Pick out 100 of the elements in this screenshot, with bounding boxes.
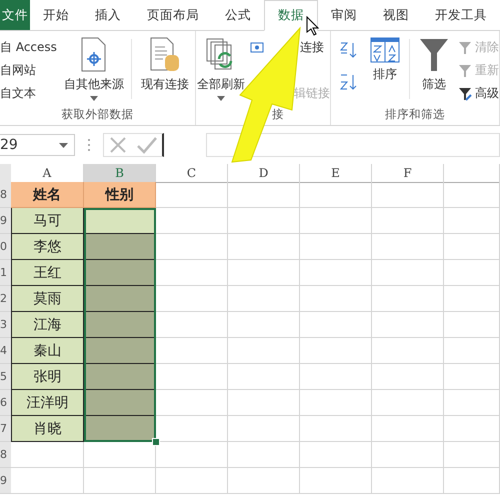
table-cell[interactable]	[444, 338, 500, 364]
table-cell[interactable]	[372, 442, 444, 468]
table-cell[interactable]	[300, 182, 372, 208]
row-header[interactable]: 6	[0, 390, 11, 416]
table-cell[interactable]	[156, 286, 228, 312]
table-cell[interactable]	[156, 312, 228, 338]
row-header[interactable]: 8	[0, 442, 11, 468]
table-cell[interactable]	[300, 234, 372, 260]
ribbon-small-button[interactable]: 自 Access	[0, 39, 57, 56]
table-cell[interactable]	[372, 416, 444, 442]
table-cell[interactable]	[84, 468, 156, 494]
table-cell[interactable]	[228, 390, 300, 416]
table-cell[interactable]	[300, 390, 372, 416]
other-sources-button[interactable]: 自其他来源	[60, 35, 127, 103]
table-cell[interactable]	[372, 286, 444, 312]
row-header[interactable]: 1	[0, 260, 11, 286]
table-cell[interactable]	[228, 416, 300, 442]
table-cell[interactable]	[444, 208, 500, 234]
table-cell[interactable]	[156, 208, 228, 234]
table-cell[interactable]	[84, 390, 156, 416]
table-cell[interactable]	[84, 234, 156, 260]
table-cell[interactable]	[156, 234, 228, 260]
table-cell[interactable]	[300, 416, 372, 442]
column-header[interactable]: B	[84, 164, 156, 184]
table-cell[interactable]	[300, 260, 372, 286]
table-cell[interactable]	[300, 468, 372, 494]
table-cell[interactable]	[228, 442, 300, 468]
table-cell[interactable]	[444, 182, 500, 208]
row-header[interactable]: 3	[0, 312, 11, 338]
name-box[interactable]: 29	[0, 134, 75, 156]
table-cell[interactable]	[228, 312, 300, 338]
table-cell[interactable]	[300, 312, 372, 338]
table-cell[interactable]	[156, 390, 228, 416]
table-cell[interactable]	[11, 468, 84, 494]
table-cell[interactable]	[156, 364, 228, 390]
column-header[interactable]: E	[300, 164, 372, 183]
ribbon-small-button[interactable]: 自文本	[0, 85, 57, 102]
table-cell[interactable]	[228, 260, 300, 286]
table-cell[interactable]	[372, 182, 444, 208]
table-cell[interactable]	[228, 286, 300, 312]
table-cell[interactable]	[84, 260, 156, 286]
refresh-all-button[interactable]: 全部刷新	[196, 35, 246, 103]
row-header[interactable]: 2	[0, 286, 11, 312]
table-cell[interactable]	[84, 364, 156, 390]
table-cell[interactable]	[444, 260, 500, 286]
table-cell[interactable]	[300, 364, 372, 390]
row-header[interactable]: 9	[0, 208, 11, 234]
table-cell[interactable]	[156, 260, 228, 286]
table-cell[interactable]	[84, 312, 156, 338]
table-cell[interactable]	[444, 468, 500, 494]
table-cell[interactable]	[372, 338, 444, 364]
row-header[interactable]: 8	[0, 182, 11, 208]
row-header[interactable]: 7	[0, 416, 11, 442]
table-cell[interactable]	[372, 260, 444, 286]
select-all-corner[interactable]	[0, 164, 11, 182]
table-cell[interactable]	[300, 338, 372, 364]
ribbon-tab[interactable]: 页面布局	[134, 0, 212, 30]
connection-icon[interactable]	[250, 42, 264, 54]
table-cell[interactable]	[156, 468, 228, 494]
table-cell[interactable]	[300, 442, 372, 468]
table-cell[interactable]	[372, 364, 444, 390]
table-cell[interactable]	[228, 338, 300, 364]
filter-button[interactable]: 筛选	[414, 35, 454, 95]
table-cell[interactable]	[444, 286, 500, 312]
fill-handle[interactable]	[152, 438, 160, 446]
table-cell[interactable]	[228, 208, 300, 234]
ribbon-small-button[interactable]: 自网站	[0, 62, 57, 79]
row-header[interactable]: 4	[0, 338, 11, 364]
table-cell[interactable]	[156, 338, 228, 364]
check-icon[interactable]	[136, 135, 158, 155]
existing-connections-button[interactable]: 现有连接	[136, 35, 194, 95]
row-header[interactable]: 5	[0, 364, 11, 390]
table-cell[interactable]	[372, 234, 444, 260]
row-header[interactable]: 0	[0, 234, 11, 260]
connections-button[interactable]: 连接	[300, 39, 324, 56]
cancel-icon[interactable]	[108, 135, 128, 155]
ribbon-tab[interactable]: 开发工具	[422, 0, 500, 30]
table-cell[interactable]	[372, 468, 444, 494]
column-header[interactable]: C	[156, 164, 228, 183]
table-cell[interactable]	[156, 182, 228, 208]
table-cell[interactable]	[11, 442, 84, 468]
table-cell[interactable]	[444, 442, 500, 468]
table-cell[interactable]	[300, 208, 372, 234]
table-cell[interactable]	[228, 234, 300, 260]
column-header[interactable]: F	[372, 164, 444, 183]
table-cell[interactable]	[444, 312, 500, 338]
table-cell[interactable]	[444, 416, 500, 442]
table-cell[interactable]	[228, 364, 300, 390]
table-cell[interactable]	[84, 338, 156, 364]
column-header[interactable]	[444, 164, 500, 183]
column-header[interactable]: D	[228, 164, 300, 183]
table-cell[interactable]	[228, 468, 300, 494]
table-cell[interactable]	[228, 182, 300, 208]
table-cell[interactable]	[444, 234, 500, 260]
table-cell[interactable]	[444, 364, 500, 390]
row-header[interactable]: 9	[0, 468, 11, 494]
sort-button[interactable]: 排序	[365, 35, 405, 85]
formula-field[interactable]	[206, 133, 500, 157]
table-cell[interactable]	[444, 390, 500, 416]
ribbon-tab[interactable]: 开始	[30, 0, 82, 30]
